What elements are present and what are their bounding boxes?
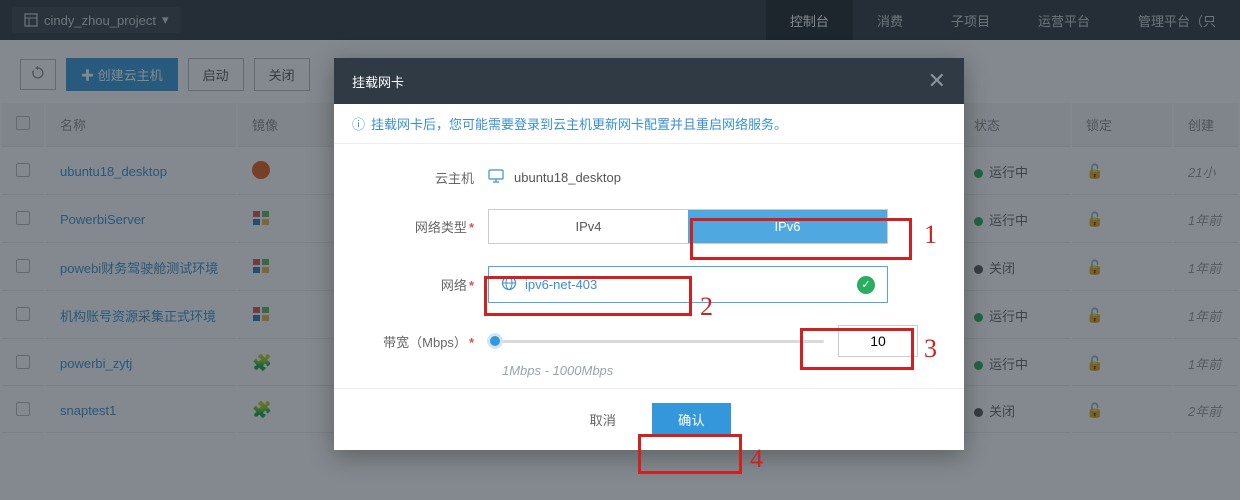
check-icon: ✓ — [857, 276, 875, 294]
modal-title: 挂载网卡 — [352, 72, 404, 91]
seg-ipv6[interactable]: IPv6 — [688, 210, 887, 243]
network-label: 网络 — [441, 278, 467, 293]
modal-info: ⓘ 挂载网卡后，您可能需要登录到云主机更新网卡配置并且重启网络服务。 — [334, 104, 964, 144]
modal-header: 挂载网卡 ✕ — [334, 58, 964, 104]
confirm-button[interactable]: 确认 — [652, 403, 731, 436]
bandwidth-slider[interactable] — [488, 340, 824, 343]
slider-thumb[interactable] — [487, 333, 503, 349]
bandwidth-hint: 1Mbps - 1000Mbps — [502, 363, 940, 378]
info-icon: ⓘ — [352, 114, 365, 133]
seg-ipv4[interactable]: IPv4 — [489, 210, 688, 243]
nettype-label: 网络类型 — [415, 220, 467, 235]
network-select[interactable]: ipv6-net-403 ✓ — [488, 266, 888, 303]
nettype-segment: IPv4 IPv6 — [488, 209, 888, 244]
cancel-button[interactable]: 取消 — [567, 403, 638, 436]
bandwidth-label: 带宽（Mbps） — [383, 335, 467, 350]
globe-icon — [501, 275, 517, 294]
close-icon[interactable]: ✕ — [928, 70, 946, 92]
network-value: ipv6-net-403 — [525, 277, 597, 292]
attach-nic-modal: 挂载网卡 ✕ ⓘ 挂载网卡后，您可能需要登录到云主机更新网卡配置并且重启网络服务… — [334, 58, 964, 450]
monitor-icon — [488, 169, 504, 187]
host-label: 云主机 — [358, 168, 488, 187]
bandwidth-input[interactable] — [838, 325, 918, 357]
host-value: ubuntu18_desktop — [514, 170, 621, 185]
